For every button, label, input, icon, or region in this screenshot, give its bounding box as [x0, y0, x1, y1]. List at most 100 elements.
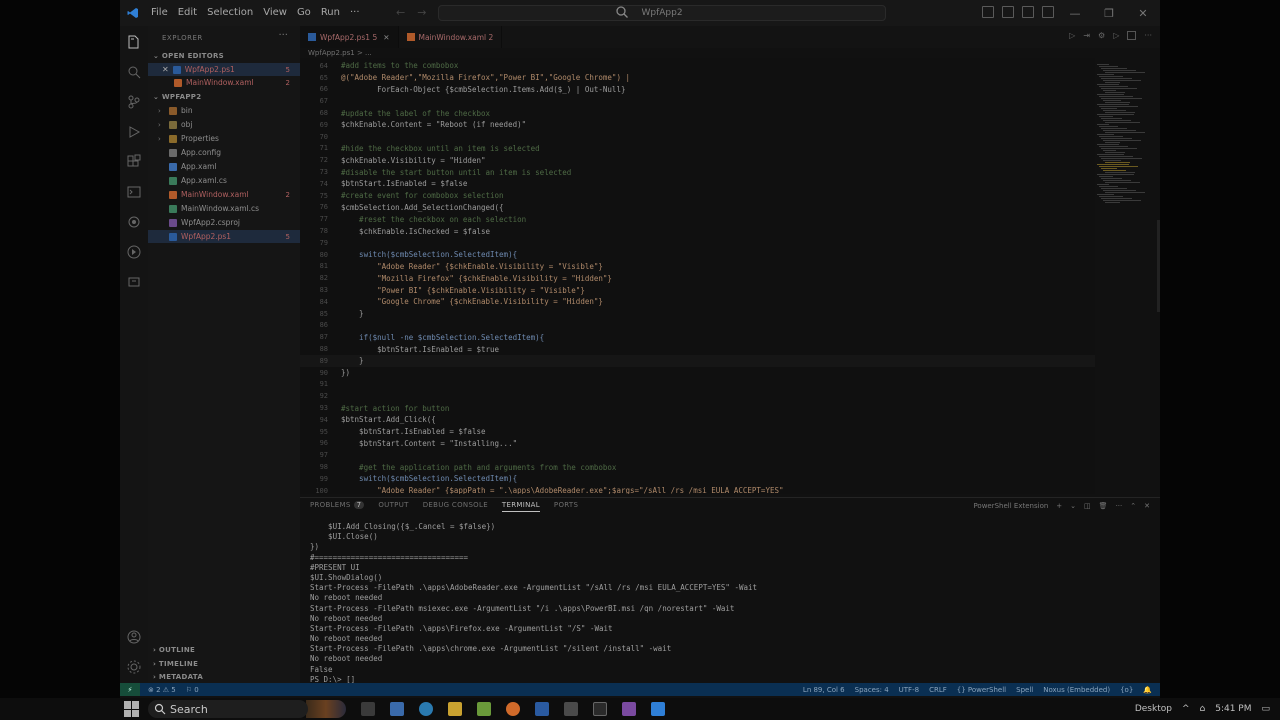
menu-more[interactable]: ··· — [345, 0, 365, 26]
outline-section[interactable]: › OUTLINE — [153, 646, 195, 654]
ports-status[interactable]: ⚐ 0 — [186, 686, 199, 694]
toggle-panel-icon[interactable] — [1002, 6, 1014, 18]
tree-folder[interactable]: › bin — [148, 104, 300, 117]
open-editor-item[interactable]: ✕ WpfApp2.ps1 5 — [148, 63, 300, 76]
timeline-section[interactable]: › TIMELINE — [153, 660, 198, 668]
tab-mainwindow-xaml[interactable]: MainWindow.xaml 2 — [399, 26, 503, 48]
metadata-section[interactable]: › METADATA — [153, 673, 203, 681]
code-line[interactable]: 89 } — [300, 355, 1095, 367]
app-icon[interactable] — [535, 702, 549, 716]
ai-status[interactable]: Noxus (Embedded) — [1043, 686, 1110, 694]
tab-problems[interactable]: PROBLEMS 7 — [310, 501, 365, 512]
code-line[interactable]: 76 $cmbSelection.Add_SelectionChanged({ — [300, 202, 1095, 214]
menu-edit[interactable]: Edit — [173, 0, 202, 26]
extra-status[interactable]: {o} — [1120, 686, 1133, 694]
code-line[interactable]: 96 $btnStart.Content = "Installing..." — [300, 438, 1095, 450]
new-terminal-button[interactable]: + — [1056, 502, 1062, 510]
vscode-icon[interactable] — [651, 702, 665, 716]
code-line[interactable]: 71 #hide the checkbox until an item is se… — [300, 143, 1095, 155]
testing-icon[interactable] — [126, 244, 142, 260]
app-icon[interactable] — [477, 702, 491, 716]
code-line[interactable]: 88 $btnStart.IsEnabled = $true — [300, 343, 1095, 355]
menu-go[interactable]: Go — [292, 0, 316, 26]
minimize-icon[interactable]: — — [1058, 0, 1092, 26]
terminal-icon[interactable] — [593, 702, 607, 716]
chevron-down-icon[interactable]: ⌄ — [1070, 502, 1076, 510]
menu-view[interactable]: View — [258, 0, 292, 26]
indentation[interactable]: Spaces: 4 — [855, 686, 889, 694]
maximize-panel-icon[interactable]: ⌃ — [1130, 502, 1136, 510]
run-selection-icon[interactable]: ⇥ — [1083, 31, 1090, 40]
gear-icon[interactable] — [126, 659, 142, 675]
close-icon[interactable]: ✕ — [1144, 502, 1150, 510]
code-editor[interactable]: 64 #add items to the combobox 65 @("Adobe R… — [300, 58, 1095, 494]
code-line[interactable]: 99 switch($cmbSelection.SelectedItem){ — [300, 473, 1095, 485]
editor-scrollbar[interactable] — [1157, 220, 1160, 312]
code-line[interactable]: 82 "Mozilla Firefox" {$chkEnable.Visibil… — [300, 272, 1095, 284]
firefox-icon[interactable] — [506, 702, 520, 716]
code-line[interactable]: 81 "Adobe Reader" {$chkEnable.Visibility… — [300, 261, 1095, 273]
debug-icon[interactable]: ⚙ — [1098, 31, 1105, 40]
line-ending[interactable]: CRLF — [929, 686, 947, 694]
docker-icon[interactable] — [126, 274, 142, 290]
nav-back-forward[interactable]: ←→ — [396, 6, 438, 19]
task-view-icon[interactable] — [361, 702, 375, 716]
code-line[interactable]: 87 if($null -ne $cmbSelection.SelectedIt… — [300, 331, 1095, 343]
code-line[interactable]: 98 #get the application path and argumen… — [300, 461, 1095, 473]
code-line[interactable]: 86 — [300, 320, 1095, 332]
remote-explorer-icon[interactable] — [126, 214, 142, 230]
toggle-sidebar-icon[interactable] — [982, 6, 994, 18]
code-line[interactable]: 72 $chkEnable.Visibility = "Hidden" — [300, 154, 1095, 166]
explorer-icon[interactable] — [126, 34, 142, 50]
code-line[interactable]: 73 #disable the start button until an ite… — [300, 166, 1095, 178]
extensions-icon[interactable] — [126, 154, 142, 170]
code-line[interactable]: 94 $btnStart.Add_Click({ — [300, 414, 1095, 426]
code-line[interactable]: 95 $btnStart.IsEnabled = $false — [300, 426, 1095, 438]
edge-icon[interactable] — [419, 702, 433, 716]
code-line[interactable]: 80 switch($cmbSelection.SelectedItem){ — [300, 249, 1095, 261]
split-terminal-icon[interactable]: ◫ — [1084, 502, 1091, 510]
remote-indicator[interactable]: ⚡ — [120, 683, 140, 696]
terminal-icon[interactable] — [126, 184, 142, 200]
menu-file[interactable]: File — [146, 0, 173, 26]
code-line[interactable]: 64 #add items to the combobox — [300, 60, 1095, 72]
split-editor-icon[interactable] — [1127, 31, 1137, 40]
more-actions-icon[interactable]: ··· — [1144, 31, 1152, 40]
tree-file[interactable]: WpfApp2.csproj — [148, 216, 300, 229]
customize-layout-icon[interactable] — [1042, 6, 1054, 18]
close-icon[interactable]: ✕ — [383, 33, 389, 42]
tab-terminal[interactable]: TERMINAL — [501, 501, 540, 512]
code-line[interactable]: 97 — [300, 449, 1095, 461]
tab-output[interactable]: OUTPUT — [378, 501, 408, 512]
tree-file-active[interactable]: WpfApp2.ps1 5 — [148, 230, 300, 243]
code-line[interactable]: 70 — [300, 131, 1095, 143]
code-line[interactable]: 85 } — [300, 308, 1095, 320]
more-icon[interactable]: ··· — [1116, 502, 1123, 510]
visual-studio-icon[interactable] — [622, 702, 636, 716]
tree-folder[interactable]: › obj — [148, 118, 300, 131]
trash-icon[interactable]: 🗑 — [1099, 502, 1108, 510]
tree-file[interactable]: App.xaml.cs — [148, 174, 300, 187]
language-mode[interactable]: {} PowerShell — [957, 686, 1006, 694]
tree-file[interactable]: App.xaml — [148, 160, 300, 173]
app-icon[interactable] — [564, 702, 578, 716]
open-editor-item[interactable]: MainWindow.xaml 2 — [148, 76, 300, 89]
toggle-secondary-sidebar-icon[interactable] — [1022, 6, 1034, 18]
code-line[interactable]: 77 #reset the checkbox on each selection — [300, 213, 1095, 225]
tab-wpfapp2-ps1[interactable]: WpfApp2.ps1 5 ✕ — [300, 26, 399, 48]
encoding[interactable]: UTF-8 — [899, 686, 919, 694]
code-line[interactable]: 91 — [300, 379, 1095, 391]
code-line[interactable]: 78 $chkEnable.IsChecked = $false — [300, 225, 1095, 237]
command-center[interactable]: WpfApp2 — [438, 5, 886, 21]
clock[interactable]: 5:41 PM — [1215, 704, 1251, 714]
desktop-label[interactable]: Desktop — [1135, 704, 1172, 714]
account-icon[interactable] — [126, 629, 142, 645]
taskbar-search[interactable]: Search — [148, 700, 308, 718]
network-icon[interactable]: ⌂ — [1200, 704, 1206, 714]
search-icon[interactable] — [126, 64, 142, 80]
menu-selection[interactable]: Selection — [202, 0, 258, 26]
restore-icon[interactable]: ❐ — [1092, 0, 1126, 26]
menu-run[interactable]: Run — [316, 0, 345, 26]
code-line[interactable]: 67 — [300, 95, 1095, 107]
source-control-icon[interactable] — [126, 94, 142, 110]
